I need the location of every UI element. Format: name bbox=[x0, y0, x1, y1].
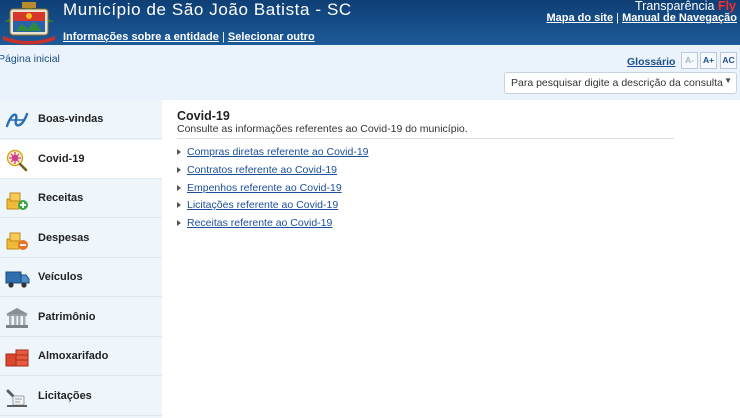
link-contratos[interactable]: Contratos referente ao Covid-19 bbox=[187, 164, 337, 176]
link-receitas[interactable]: Receitas referente ao Covid-19 bbox=[187, 217, 332, 229]
truck-icon bbox=[5, 271, 30, 288]
font-decrease-button[interactable]: A- bbox=[681, 52, 698, 69]
covid-link-list: Compras diretas referente ao Covid-19 Co… bbox=[177, 146, 369, 235]
link-empenhos[interactable]: Empenhos referente ao Covid-19 bbox=[187, 182, 342, 194]
link-compras-diretas[interactable]: Compras diretas referente ao Covid-19 bbox=[187, 146, 369, 158]
sidebar-item-label: Covid-19 bbox=[38, 152, 85, 165]
page-title: Covid-19 bbox=[177, 109, 230, 123]
list-item: Contratos referente ao Covid-19 bbox=[177, 164, 369, 182]
top-toolbar: Página inicial Glossário A- A+ AC Para p… bbox=[0, 45, 740, 100]
sidebar-item-label: Veículos bbox=[38, 271, 83, 283]
header-bar: Município de São João Batista - SC Infor… bbox=[0, 0, 740, 45]
bullet-arrow-icon bbox=[177, 166, 181, 173]
breadcrumb[interactable]: Página inicial bbox=[0, 53, 60, 65]
chevron-down-icon: ▼ bbox=[724, 76, 732, 85]
sidebar-item-licitacoes[interactable]: Licitações bbox=[0, 376, 162, 416]
manual-link[interactable]: Manual de Navegação bbox=[622, 12, 737, 24]
link-licitacoes[interactable]: Licitações referente ao Covid-19 bbox=[187, 199, 338, 211]
covid-icon bbox=[6, 149, 28, 171]
bullet-arrow-icon bbox=[177, 220, 181, 227]
contrast-button[interactable]: AC bbox=[720, 52, 737, 69]
entity-links: Informações sobre a entidade | Seleciona… bbox=[63, 31, 315, 43]
expense-icon bbox=[6, 232, 28, 250]
sidebar-item-veiculos[interactable]: Veículos bbox=[0, 258, 162, 297]
sidebar-item-label: Receitas bbox=[38, 192, 84, 204]
bullet-arrow-icon bbox=[177, 184, 181, 191]
header-right-links: Mapa do site | Manual de Navegação bbox=[546, 12, 737, 24]
welcome-icon bbox=[5, 112, 29, 128]
glossary-link[interactable]: Glossário bbox=[627, 56, 675, 68]
list-item: Licitações referente ao Covid-19 bbox=[177, 199, 369, 217]
font-increase-button[interactable]: A+ bbox=[700, 52, 717, 69]
sidebar-item-label: Licitações bbox=[38, 389, 92, 402]
right-link-separator: | bbox=[616, 12, 619, 24]
municipality-title: Município de São João Batista - SC bbox=[63, 0, 352, 19]
bullet-arrow-icon bbox=[177, 202, 181, 209]
sidebar: Boas-vindas Covid-19 Receitas Despesas V… bbox=[0, 100, 162, 418]
sidebar-item-patrimonio[interactable]: Patrimônio bbox=[0, 297, 162, 337]
list-item: Receitas referente ao Covid-19 bbox=[177, 217, 369, 235]
search-select[interactable]: Para pesquisar digite a descrição da con… bbox=[504, 72, 737, 94]
title-divider bbox=[177, 138, 674, 139]
link-separator: | bbox=[221, 31, 225, 43]
search-placeholder: Para pesquisar digite a descrição da con… bbox=[511, 77, 723, 89]
list-item: Compras diretas referente ao Covid-19 bbox=[177, 146, 369, 164]
bullet-arrow-icon bbox=[177, 149, 181, 155]
revenue-icon bbox=[6, 192, 28, 210]
entity-info-link[interactable]: Informações sobre a entidade bbox=[63, 31, 219, 43]
main-content: Covid-19 Consulte as informações referen… bbox=[162, 100, 740, 418]
sidebar-item-covid-19[interactable]: Covid-19 bbox=[0, 139, 162, 179]
sidebar-item-almoxarifado[interactable]: Almoxarifado bbox=[0, 337, 162, 376]
sidebar-item-label: Almoxarifado bbox=[38, 350, 109, 362]
bidding-icon bbox=[6, 389, 27, 407]
building-icon bbox=[6, 307, 28, 328]
sitemap-link[interactable]: Mapa do site bbox=[546, 12, 613, 24]
sidebar-item-label: Patrimônio bbox=[38, 310, 96, 323]
sidebar-item-receitas[interactable]: Receitas bbox=[0, 179, 162, 218]
municipal-crest-icon bbox=[3, 2, 55, 45]
page-subtitle: Consulte as informações referentes ao Co… bbox=[177, 123, 468, 135]
list-item: Empenhos referente ao Covid-19 bbox=[177, 182, 369, 200]
select-other-link[interactable]: Selecionar outro bbox=[228, 31, 315, 43]
sidebar-item-boas-vindas[interactable]: Boas-vindas bbox=[0, 100, 162, 139]
sidebar-item-label: Boas-vindas bbox=[38, 113, 104, 125]
sidebar-item-label: Despesas bbox=[38, 231, 90, 244]
warehouse-icon bbox=[5, 349, 29, 367]
sidebar-item-despesas[interactable]: Despesas bbox=[0, 218, 162, 258]
